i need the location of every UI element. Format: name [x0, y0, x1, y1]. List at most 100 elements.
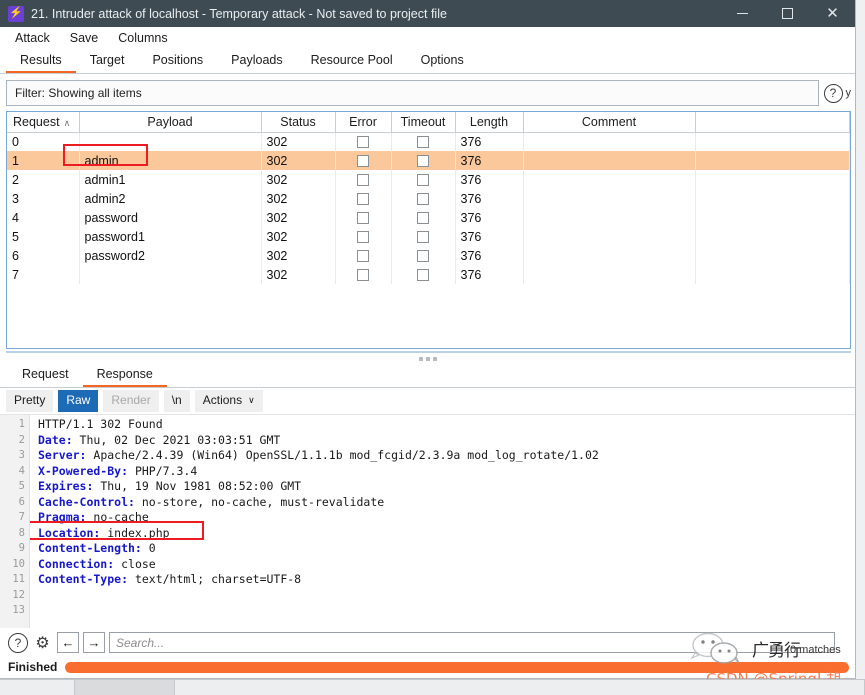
timeout-checkbox[interactable]: [417, 193, 429, 206]
cell-comment[interactable]: [523, 132, 696, 151]
render-button[interactable]: Render: [103, 390, 159, 412]
menu-attack[interactable]: Attack: [5, 28, 60, 48]
table-row[interactable]: 3 admin2 302 376: [7, 189, 850, 208]
search-next-button[interactable]: →: [83, 632, 105, 653]
table-row[interactable]: 5 password1 302 376: [7, 227, 850, 246]
error-checkbox[interactable]: [357, 193, 369, 206]
table-row[interactable]: 4 password 302 376: [7, 208, 850, 227]
cell-status: 302: [261, 246, 336, 265]
cell-comment[interactable]: [523, 208, 696, 227]
tab-payloads[interactable]: Payloads: [217, 51, 296, 73]
col-header-comment[interactable]: Comment: [523, 112, 696, 133]
cell-comment[interactable]: [523, 189, 696, 208]
col-header-length[interactable]: Length: [455, 112, 524, 133]
table-row[interactable]: 1 admin 302 376: [7, 151, 850, 170]
response-line: Server: Apache/2.4.39 (Win64) OpenSSL/1.…: [38, 448, 855, 464]
cell-comment[interactable]: [523, 265, 696, 284]
error-checkbox[interactable]: [357, 269, 369, 282]
error-checkbox[interactable]: [357, 174, 369, 187]
cell-comment[interactable]: [523, 151, 696, 170]
cell-comment[interactable]: [523, 170, 696, 189]
col-header-status[interactable]: Status: [261, 112, 336, 133]
tab-positions[interactable]: Positions: [138, 51, 217, 73]
response-line: Expires: Thu, 19 Nov 1981 08:52:00 GMT: [38, 479, 855, 495]
cell-payload: password: [79, 208, 262, 227]
error-checkbox[interactable]: [357, 212, 369, 225]
tab-options[interactable]: Options: [407, 51, 478, 73]
cell-length: 376: [455, 227, 524, 246]
search-prev-button[interactable]: ←: [57, 632, 79, 653]
cell-error: [335, 170, 392, 189]
header-value: 0: [141, 541, 156, 555]
response-viewer[interactable]: 1 2 3 4 5 6 7 8 9 10 11 12 13 HTTP/1.1 3…: [0, 414, 855, 628]
table-row[interactable]: 7 302 376: [7, 265, 850, 284]
burp-intruder-window: ⚡ 21. Intruder attack of localhost - Tem…: [0, 0, 856, 679]
cell-payload: [79, 132, 262, 151]
minimize-button[interactable]: [720, 0, 765, 27]
response-code-text[interactable]: HTTP/1.1 302 Found Date: Thu, 02 Dec 202…: [30, 415, 855, 628]
gear-icon[interactable]: ⚙: [32, 632, 53, 653]
filter-input[interactable]: Filter: Showing all items: [6, 80, 819, 106]
col-header-request[interactable]: Request ∧: [7, 112, 80, 133]
timeout-checkbox[interactable]: [417, 136, 429, 149]
taskbar-segment-active[interactable]: [75, 680, 175, 695]
header-value: Thu, 02 Dec 2021 03:03:51 GMT: [72, 432, 281, 447]
cell-status: 302: [261, 265, 336, 284]
pretty-button[interactable]: Pretty: [6, 390, 54, 412]
line-number: 9: [18, 542, 25, 554]
cell-timeout: [391, 208, 456, 227]
menu-columns[interactable]: Columns: [108, 28, 177, 48]
results-table-container[interactable]: Request ∧ Payload Status Error Timeout Le…: [6, 111, 851, 349]
search-bar: ? ⚙ ← → Search...: [0, 628, 855, 656]
menu-save[interactable]: Save: [60, 28, 109, 48]
col-header-payload[interactable]: Payload: [79, 112, 262, 133]
search-input[interactable]: Search...: [109, 632, 835, 653]
help-icon[interactable]: ?: [8, 632, 28, 653]
timeout-checkbox[interactable]: [417, 174, 429, 187]
view-toolbar: Pretty Raw Render \n Actions ∨: [0, 388, 855, 414]
cell-error: [335, 151, 392, 170]
cell-spacer: [695, 265, 850, 284]
raw-button[interactable]: Raw: [58, 390, 99, 412]
col-header-error[interactable]: Error: [335, 112, 392, 133]
table-row[interactable]: 0 302 376: [7, 132, 850, 151]
line-value: HTTP/1.1 302 Found: [38, 417, 163, 431]
cell-comment[interactable]: [523, 246, 696, 265]
col-header-spacer: [695, 112, 850, 133]
cell-comment[interactable]: [523, 227, 696, 246]
timeout-checkbox[interactable]: [417, 269, 429, 282]
tab-request[interactable]: Request: [8, 365, 83, 387]
panel-splitter[interactable]: [0, 349, 855, 363]
timeout-checkbox[interactable]: [417, 231, 429, 244]
error-checkbox[interactable]: [357, 231, 369, 244]
status-text: Finished: [8, 660, 58, 674]
timeout-checkbox[interactable]: [417, 250, 429, 263]
table-row[interactable]: 6 password2 302 376: [7, 246, 850, 265]
tab-results[interactable]: Results: [6, 51, 76, 73]
col-header-timeout[interactable]: Timeout: [391, 112, 456, 133]
error-checkbox[interactable]: [357, 155, 369, 168]
actions-button[interactable]: Actions ∨: [194, 390, 263, 412]
tab-resource-pool[interactable]: Resource Pool: [297, 51, 407, 73]
header-name: X-Powered-By:: [38, 463, 129, 478]
newline-button[interactable]: \n: [163, 390, 190, 412]
table-row[interactable]: 2 admin1 302 376: [7, 170, 850, 189]
tab-response[interactable]: Response: [82, 365, 167, 387]
maximize-button[interactable]: [765, 0, 810, 27]
window-controls: ✕: [720, 0, 855, 27]
cell-length: 376: [455, 208, 524, 227]
line-number: 3: [18, 449, 25, 461]
edge-letter: y: [845, 87, 852, 99]
timeout-checkbox[interactable]: [417, 212, 429, 225]
error-checkbox[interactable]: [357, 250, 369, 263]
screen: ⚡ 21. Intruder attack of localhost - Tem…: [0, 0, 865, 695]
actions-label: Actions: [202, 393, 243, 407]
tab-target[interactable]: Target: [76, 51, 139, 73]
status-bar: Finished: [0, 656, 855, 678]
cell-length: 376: [455, 189, 524, 208]
error-checkbox[interactable]: [357, 136, 369, 149]
timeout-checkbox[interactable]: [417, 155, 429, 168]
cell-spacer: [695, 227, 850, 246]
help-icon[interactable]: ?: [823, 83, 843, 103]
close-button[interactable]: ✕: [810, 0, 855, 27]
